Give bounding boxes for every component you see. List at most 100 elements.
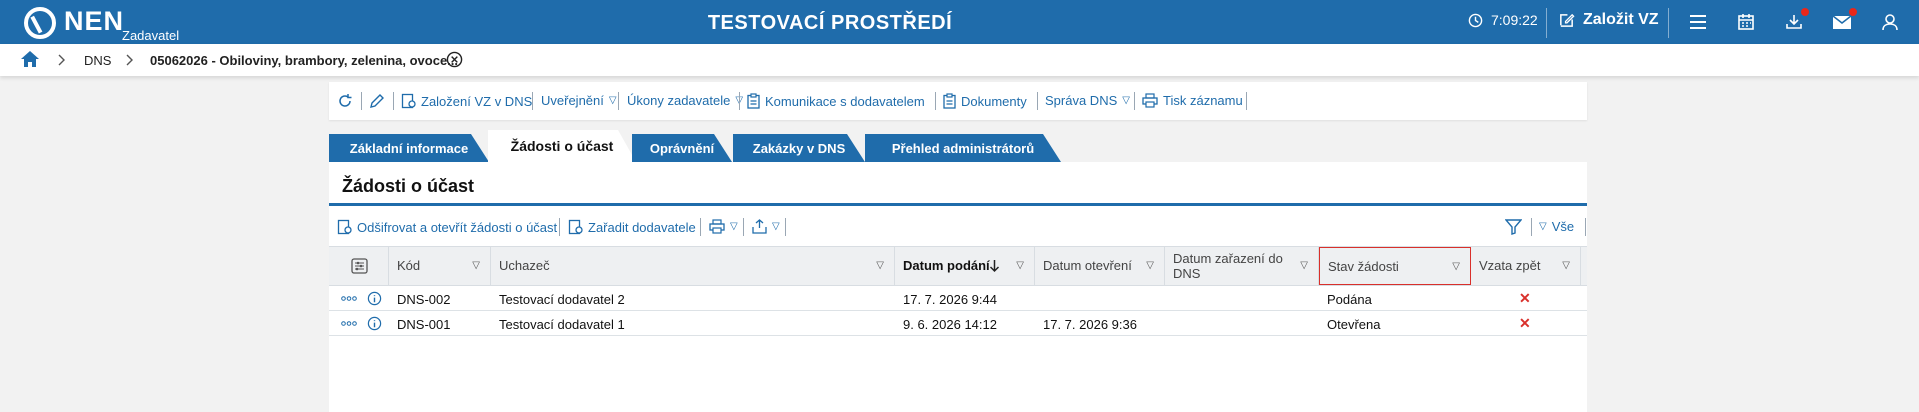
edit-icon <box>1560 13 1575 27</box>
document-gear-icon <box>568 219 583 235</box>
document-gear-icon <box>401 93 416 109</box>
card-toolbar: Založení VZ v DNS Uveřejnění ▽ Úkony zad… <box>329 82 1587 120</box>
filter-all-dropdown[interactable]: ▽ Vše <box>1539 219 1574 234</box>
print-dropdown[interactable]: ▽ <box>709 219 738 234</box>
filter-triangle-icon: ▽ <box>730 221 738 232</box>
filter-triangle-icon[interactable]: ▽ <box>472 260 480 271</box>
more-options-icon[interactable] <box>341 321 357 326</box>
print-record-button[interactable]: Tisk záznamu <box>1142 93 1243 108</box>
column-settings-cell <box>329 247 389 285</box>
divider <box>618 92 619 110</box>
column-header-applicant[interactable]: Uchazeč ▽ <box>491 247 895 285</box>
section-underline <box>329 203 1587 206</box>
toolbar-item-label: Dokumenty <box>961 93 1027 109</box>
filter-triangle-icon[interactable]: ▽ <box>1562 260 1570 271</box>
refresh-icon[interactable] <box>337 93 353 109</box>
cell-code: DNS-002 <box>397 292 451 307</box>
pencil-icon[interactable] <box>369 93 385 109</box>
mail-icon[interactable] <box>1830 8 1857 34</box>
table-row[interactable]: DNS-001 Testovací dodavatel 1 9. 6. 2026… <box>329 311 1587 336</box>
tab-basic-info[interactable]: Základní informace <box>329 134 489 162</box>
create-vz-in-dns-button[interactable]: Založení VZ v DNS <box>401 93 532 109</box>
assign-supplier-label: Zařadit dodavatele <box>588 219 696 235</box>
filter-triangle-icon: ▽ <box>772 221 780 232</box>
tab-contracts-in-dns[interactable]: Zakázky v DNS <box>733 134 865 162</box>
column-header-submission-date[interactable]: Datum podání ▽ <box>895 247 1035 285</box>
more-options-icon[interactable] <box>341 296 357 301</box>
cell-submission-date: 17. 7. 2026 9:44 <box>903 292 997 307</box>
breadcrumb-item-dns[interactable]: DNS <box>84 53 111 68</box>
info-icon[interactable] <box>367 316 382 331</box>
divider <box>785 218 786 236</box>
column-header-withdrawn[interactable]: Vzata zpět ▽ <box>1471 247 1581 285</box>
tab-administrators[interactable]: Přehled administrátorů <box>865 134 1061 162</box>
divider <box>1134 92 1135 110</box>
breadcrumb-item-current[interactable]: 05062026 - Obiloviny, brambory, zelenina… <box>150 53 458 68</box>
info-icon[interactable] <box>367 291 382 306</box>
divider <box>559 218 560 236</box>
divider <box>935 92 936 110</box>
divider <box>1546 8 1547 38</box>
filter-triangle-icon[interactable]: ▽ <box>1452 261 1460 272</box>
divider <box>532 92 533 110</box>
filter-triangle-icon[interactable]: ▽ <box>1016 260 1024 271</box>
session-time: 7:09:22 <box>1491 12 1538 28</box>
decrypt-open-button[interactable]: Odšifrovat a otevřít žádosti o účast <box>337 219 557 235</box>
tab-permissions[interactable]: Oprávnění <box>632 134 732 162</box>
filter-triangle-icon[interactable]: ▽ <box>876 260 884 271</box>
contracting-actions-dropdown[interactable]: Úkony zadavatele ▽ <box>627 93 743 108</box>
cell-applicant: Testovací dodavatel 2 <box>499 292 625 307</box>
column-label: Stav žádosti <box>1328 259 1399 274</box>
user-icon[interactable] <box>1878 10 1902 34</box>
documents-button[interactable]: Dokumenty <box>943 93 1027 109</box>
export-dropdown[interactable]: ▽ <box>752 219 780 234</box>
column-header-code[interactable]: Kód ▽ <box>389 247 491 285</box>
divider <box>1246 92 1247 110</box>
funnel-filter-icon[interactable] <box>1505 219 1522 235</box>
create-vz-label: Založit VZ <box>1583 11 1659 28</box>
top-bar: NEN Zadavatel TESTOVACÍ PROSTŘEDÍ 7:09:2… <box>0 0 1919 44</box>
home-icon[interactable] <box>20 50 40 73</box>
dns-management-dropdown[interactable]: Správa DNS ▽ <box>1045 93 1130 108</box>
assign-supplier-button[interactable]: Zařadit dodavatele <box>568 219 696 235</box>
column-header-request-status[interactable]: Stav žádosti ▽ <box>1319 247 1471 285</box>
divider <box>393 92 394 110</box>
environment-title: TESTOVACÍ PROSTŘEDÍ <box>707 12 953 34</box>
supplier-communication-button[interactable]: Komunikace s dodavatelem <box>747 93 925 109</box>
table-row[interactable]: DNS-002 Testovací dodavatel 2 17. 7. 202… <box>329 286 1587 311</box>
column-label: Datum podání <box>903 258 990 273</box>
printer-icon <box>709 219 725 234</box>
export-icon <box>752 219 767 234</box>
cross-icon: ✕ <box>1519 315 1531 331</box>
divider <box>1585 218 1586 236</box>
download-icon[interactable] <box>1782 8 1809 34</box>
toolbar-item-label: Tisk záznamu <box>1163 93 1243 108</box>
sort-arrow-down-icon[interactable] <box>989 259 1000 273</box>
toolbar-item-label: Založení VZ v DNS <box>421 93 533 109</box>
tab-participation-requests[interactable]: Žádosti o účast <box>488 130 636 162</box>
publication-dropdown[interactable]: Uveřejnění ▽ <box>541 93 617 108</box>
printer-icon <box>1142 93 1158 108</box>
menu-icon[interactable] <box>1686 10 1710 34</box>
section-title: Žádosti o účast <box>342 176 475 196</box>
notification-dot <box>1849 8 1857 16</box>
column-label: Vzata zpět <box>1479 258 1541 273</box>
divider <box>743 218 744 236</box>
cell-applicant: Testovací dodavatel 1 <box>499 317 625 332</box>
toolbar-item-label: Uveřejnění <box>541 93 604 108</box>
calendar-icon[interactable] <box>1734 10 1758 34</box>
table-header: Kód ▽ Uchazeč ▽ Datum podání ▽ Datum ote… <box>329 246 1587 286</box>
divider <box>1037 92 1038 110</box>
cell-request-status: Otevřena <box>1327 317 1381 332</box>
filter-triangle-icon[interactable]: ▽ <box>1300 260 1308 271</box>
column-settings-icon[interactable] <box>351 258 368 274</box>
filter-triangle-icon[interactable]: ▽ <box>1146 260 1154 271</box>
filter-all-label: Vše <box>1551 219 1575 234</box>
column-header-inclusion-date[interactable]: Datum zařazení do DNS ▽ <box>1165 247 1319 285</box>
column-header-opening-date[interactable]: Datum otevření ▽ <box>1035 247 1165 285</box>
divider <box>1668 8 1669 38</box>
create-vz-button[interactable]: Založit VZ <box>1558 11 1659 29</box>
close-circle-icon[interactable] <box>446 51 463 73</box>
chevron-right-icon <box>126 53 134 71</box>
filter-triangle-icon: ▽ <box>1122 95 1130 106</box>
